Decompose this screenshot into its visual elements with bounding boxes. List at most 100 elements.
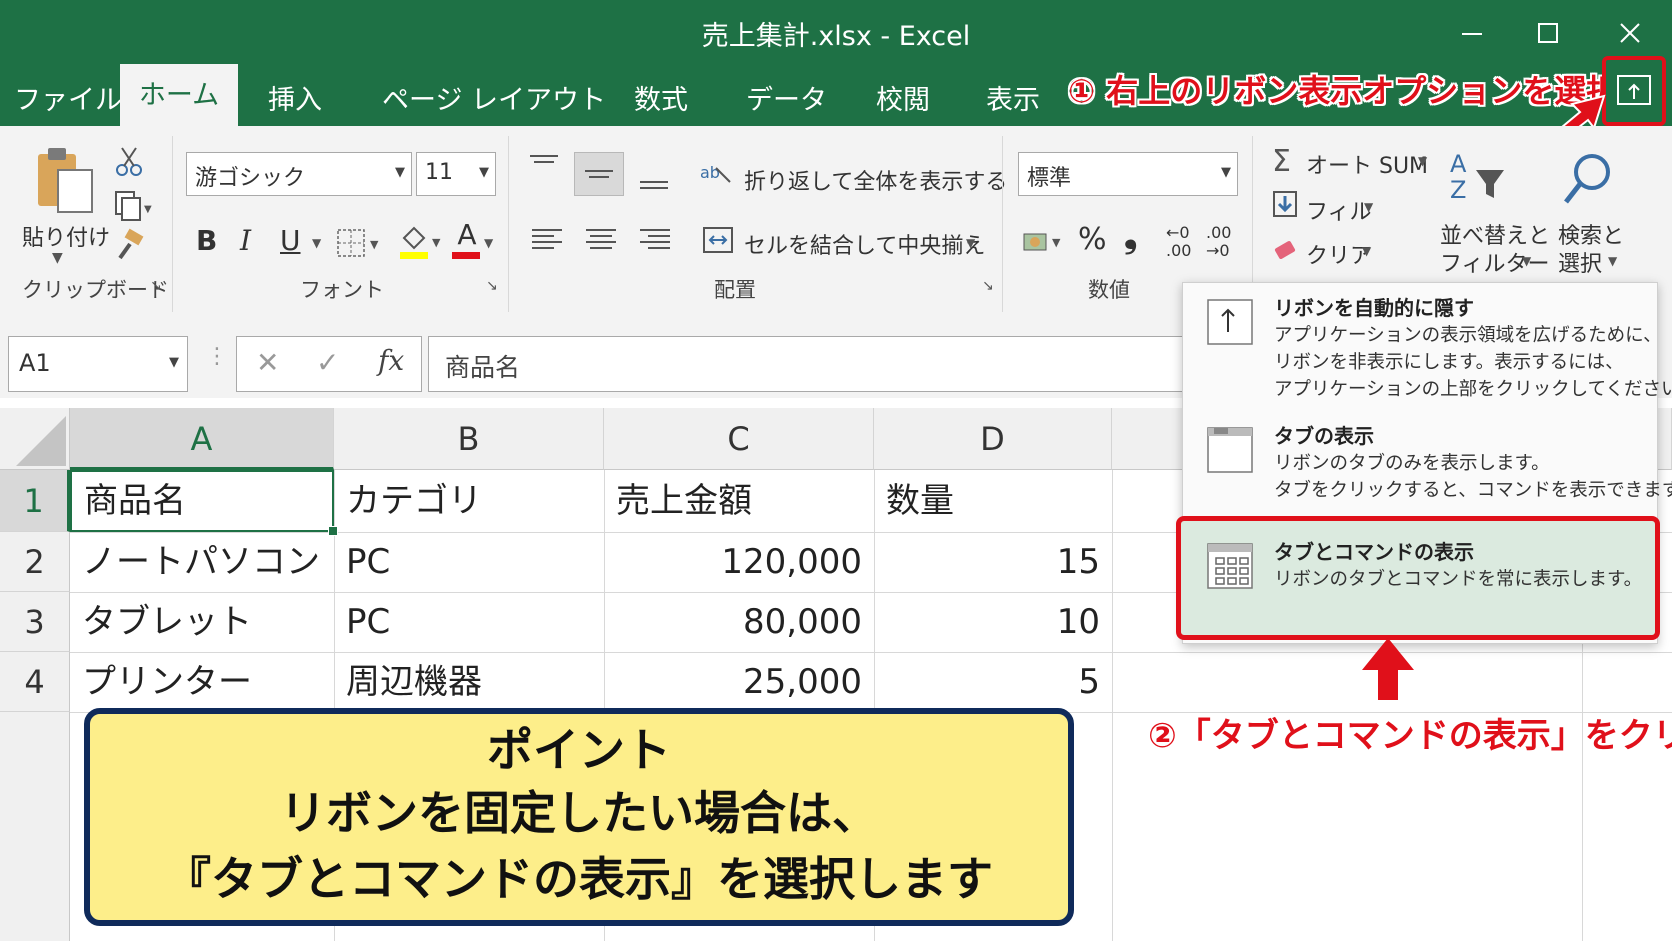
clipboard-launcher-icon[interactable]: ↘ [150, 278, 162, 294]
cell-b2[interactable]: PC [334, 532, 604, 592]
cell-b3[interactable]: PC [334, 592, 604, 652]
formula-input[interactable]: 商品名 [428, 336, 1192, 392]
cut-icon[interactable] [112, 144, 146, 182]
font-name-combo[interactable]: 游ゴシック ▼ [186, 152, 412, 196]
cell-c2[interactable]: 120,000 [604, 532, 874, 592]
minimize-icon[interactable] [1442, 8, 1502, 58]
column-header-a[interactable]: A [70, 408, 334, 470]
menu-item-show-tabs-commands-desc-1: リボンのタブとコマンドを常に表示します。 [1274, 569, 1643, 590]
merge-dropdown-icon[interactable]: ▼ [966, 236, 975, 250]
point-line-1: リボンを固定したい場合は、 [280, 786, 878, 840]
row-header-1[interactable]: 1 [0, 470, 70, 532]
menu-item-show-tabs-title[interactable]: タブの表示 [1274, 420, 1374, 449]
cell-b4[interactable]: 周辺機器 [334, 652, 604, 712]
autosum-dropdown-icon[interactable]: ▼ [1418, 154, 1427, 168]
cell-d2[interactable]: 15 [874, 532, 1112, 592]
cell-d1[interactable]: 数量 [874, 470, 1112, 532]
menu-item-show-tabs-commands-title[interactable]: タブとコマンドの表示 [1274, 536, 1474, 565]
merge-center-button[interactable]: セルを結合して中央揃え [744, 228, 985, 260]
cell-c4[interactable]: 25,000 [604, 652, 874, 712]
clear-dropdown-icon[interactable]: ▼ [1362, 244, 1371, 258]
wrap-text-button[interactable]: 折り返して全体を表示する [744, 164, 1007, 196]
tab-view[interactable]: 表示 [986, 78, 1040, 124]
decrease-decimal-button[interactable]: .00 →0 [1206, 224, 1231, 260]
paste-label[interactable]: 貼り付け [22, 220, 110, 252]
find-select-icon[interactable] [1560, 150, 1616, 214]
align-left-icon[interactable] [530, 224, 566, 258]
autosum-icon[interactable]: Σ [1272, 144, 1291, 179]
cell-c3[interactable]: 80,000 [604, 592, 874, 652]
autosum-button[interactable]: オート SUM [1306, 148, 1428, 180]
cell-a4[interactable]: プリンター [70, 652, 334, 712]
wrap-text-icon[interactable]: ab [700, 160, 736, 194]
align-center-icon[interactable] [584, 224, 620, 258]
name-box[interactable]: A1 ▼ [8, 336, 188, 392]
tab-review[interactable]: 校閲 [876, 78, 930, 124]
tab-file[interactable]: ファイル [14, 78, 122, 124]
cell-a1[interactable]: 商品名 [70, 470, 334, 532]
maximize-icon[interactable] [1518, 8, 1578, 58]
clear-icon[interactable] [1272, 238, 1300, 268]
cell-a3[interactable]: タブレット [70, 592, 334, 652]
cell-c1[interactable]: 売上金額 [604, 470, 874, 532]
cell-d4[interactable]: 5 [874, 652, 1112, 712]
find-select-dropdown-icon[interactable]: ▼ [1608, 254, 1617, 268]
sort-filter-label-2[interactable]: フィルター [1440, 246, 1550, 278]
cell-b1[interactable]: カテゴリ [334, 470, 604, 532]
select-all-corner[interactable] [0, 408, 70, 470]
column-header-b[interactable]: B [334, 408, 604, 470]
borders-icon[interactable]: ▼ [336, 228, 382, 266]
menu-item-auto-hide-title[interactable]: リボンを自動的に隠す [1274, 292, 1474, 321]
sort-filter-icon[interactable]: AZ [1446, 148, 1512, 212]
underline-button[interactable]: U [280, 224, 301, 257]
cell-d3[interactable]: 10 [874, 592, 1112, 652]
increase-decimal-button[interactable]: ←0 .00 [1166, 224, 1191, 260]
show-tabs-icon [1204, 424, 1258, 480]
fill-button[interactable]: フィル [1306, 194, 1372, 226]
fill-color-icon[interactable]: ▼ [396, 222, 444, 266]
number-format-combo[interactable]: 標準 ▼ [1018, 152, 1238, 196]
align-top-icon[interactable] [524, 150, 564, 184]
tab-formulas[interactable]: 数式 [634, 78, 688, 124]
italic-button[interactable]: I [240, 224, 251, 257]
paste-icon[interactable] [32, 144, 98, 220]
enter-entry-icon[interactable]: ✓ [316, 346, 339, 379]
menu-item-auto-hide-desc-2: リボンを非表示にします。表示するには、 [1274, 352, 1624, 373]
tab-data[interactable]: データ [746, 78, 827, 124]
align-bottom-icon[interactable] [634, 168, 674, 202]
comma-style-button[interactable]: ❟ [1124, 216, 1137, 256]
column-header-d[interactable]: D [874, 408, 1112, 470]
clipboard-group-label: クリップボード [22, 278, 169, 302]
fill-dropdown-icon[interactable]: ▼ [1364, 200, 1373, 214]
find-select-label-2[interactable]: 選択 [1558, 246, 1602, 278]
alignment-launcher-icon[interactable]: ↘ [982, 278, 994, 294]
paste-dropdown-icon[interactable]: ▼ [52, 250, 63, 266]
percent-button[interactable]: % [1078, 222, 1107, 257]
font-color-dropdown-icon[interactable]: ▼ [484, 236, 493, 250]
align-right-icon[interactable] [638, 224, 674, 258]
tab-page-layout[interactable]: ページ レイアウト [382, 78, 606, 124]
insert-function-icon[interactable]: fx [378, 344, 404, 377]
font-color-button[interactable]: A [452, 218, 482, 251]
merge-center-icon[interactable] [702, 224, 736, 260]
underline-dropdown-icon[interactable]: ▼ [312, 236, 321, 250]
close-icon[interactable] [1600, 8, 1660, 58]
column-header-c[interactable]: C [604, 408, 874, 470]
font-launcher-icon[interactable]: ↘ [486, 278, 498, 294]
format-painter-icon[interactable] [112, 228, 146, 266]
tab-insert[interactable]: 挿入 [268, 78, 322, 124]
copy-icon[interactable]: ▼ [112, 190, 152, 228]
tab-home[interactable]: ホーム [120, 64, 238, 126]
row-header-2[interactable]: 2 [0, 532, 70, 592]
currency-icon[interactable]: ▼ [1020, 222, 1070, 266]
row-header-3[interactable]: 3 [0, 592, 70, 652]
bold-button[interactable]: B [196, 224, 217, 257]
svg-text:▼: ▼ [432, 236, 441, 249]
row-header-4[interactable]: 4 [0, 652, 70, 712]
fill-icon[interactable] [1272, 190, 1300, 224]
align-middle-icon[interactable] [574, 152, 624, 196]
font-size-combo[interactable]: 11 ▼ [416, 152, 496, 196]
sort-filter-dropdown-icon[interactable]: ▼ [1522, 254, 1531, 268]
cell-a2[interactable]: ノートパソコン [70, 532, 334, 592]
cancel-entry-icon[interactable]: ✕ [256, 346, 279, 379]
